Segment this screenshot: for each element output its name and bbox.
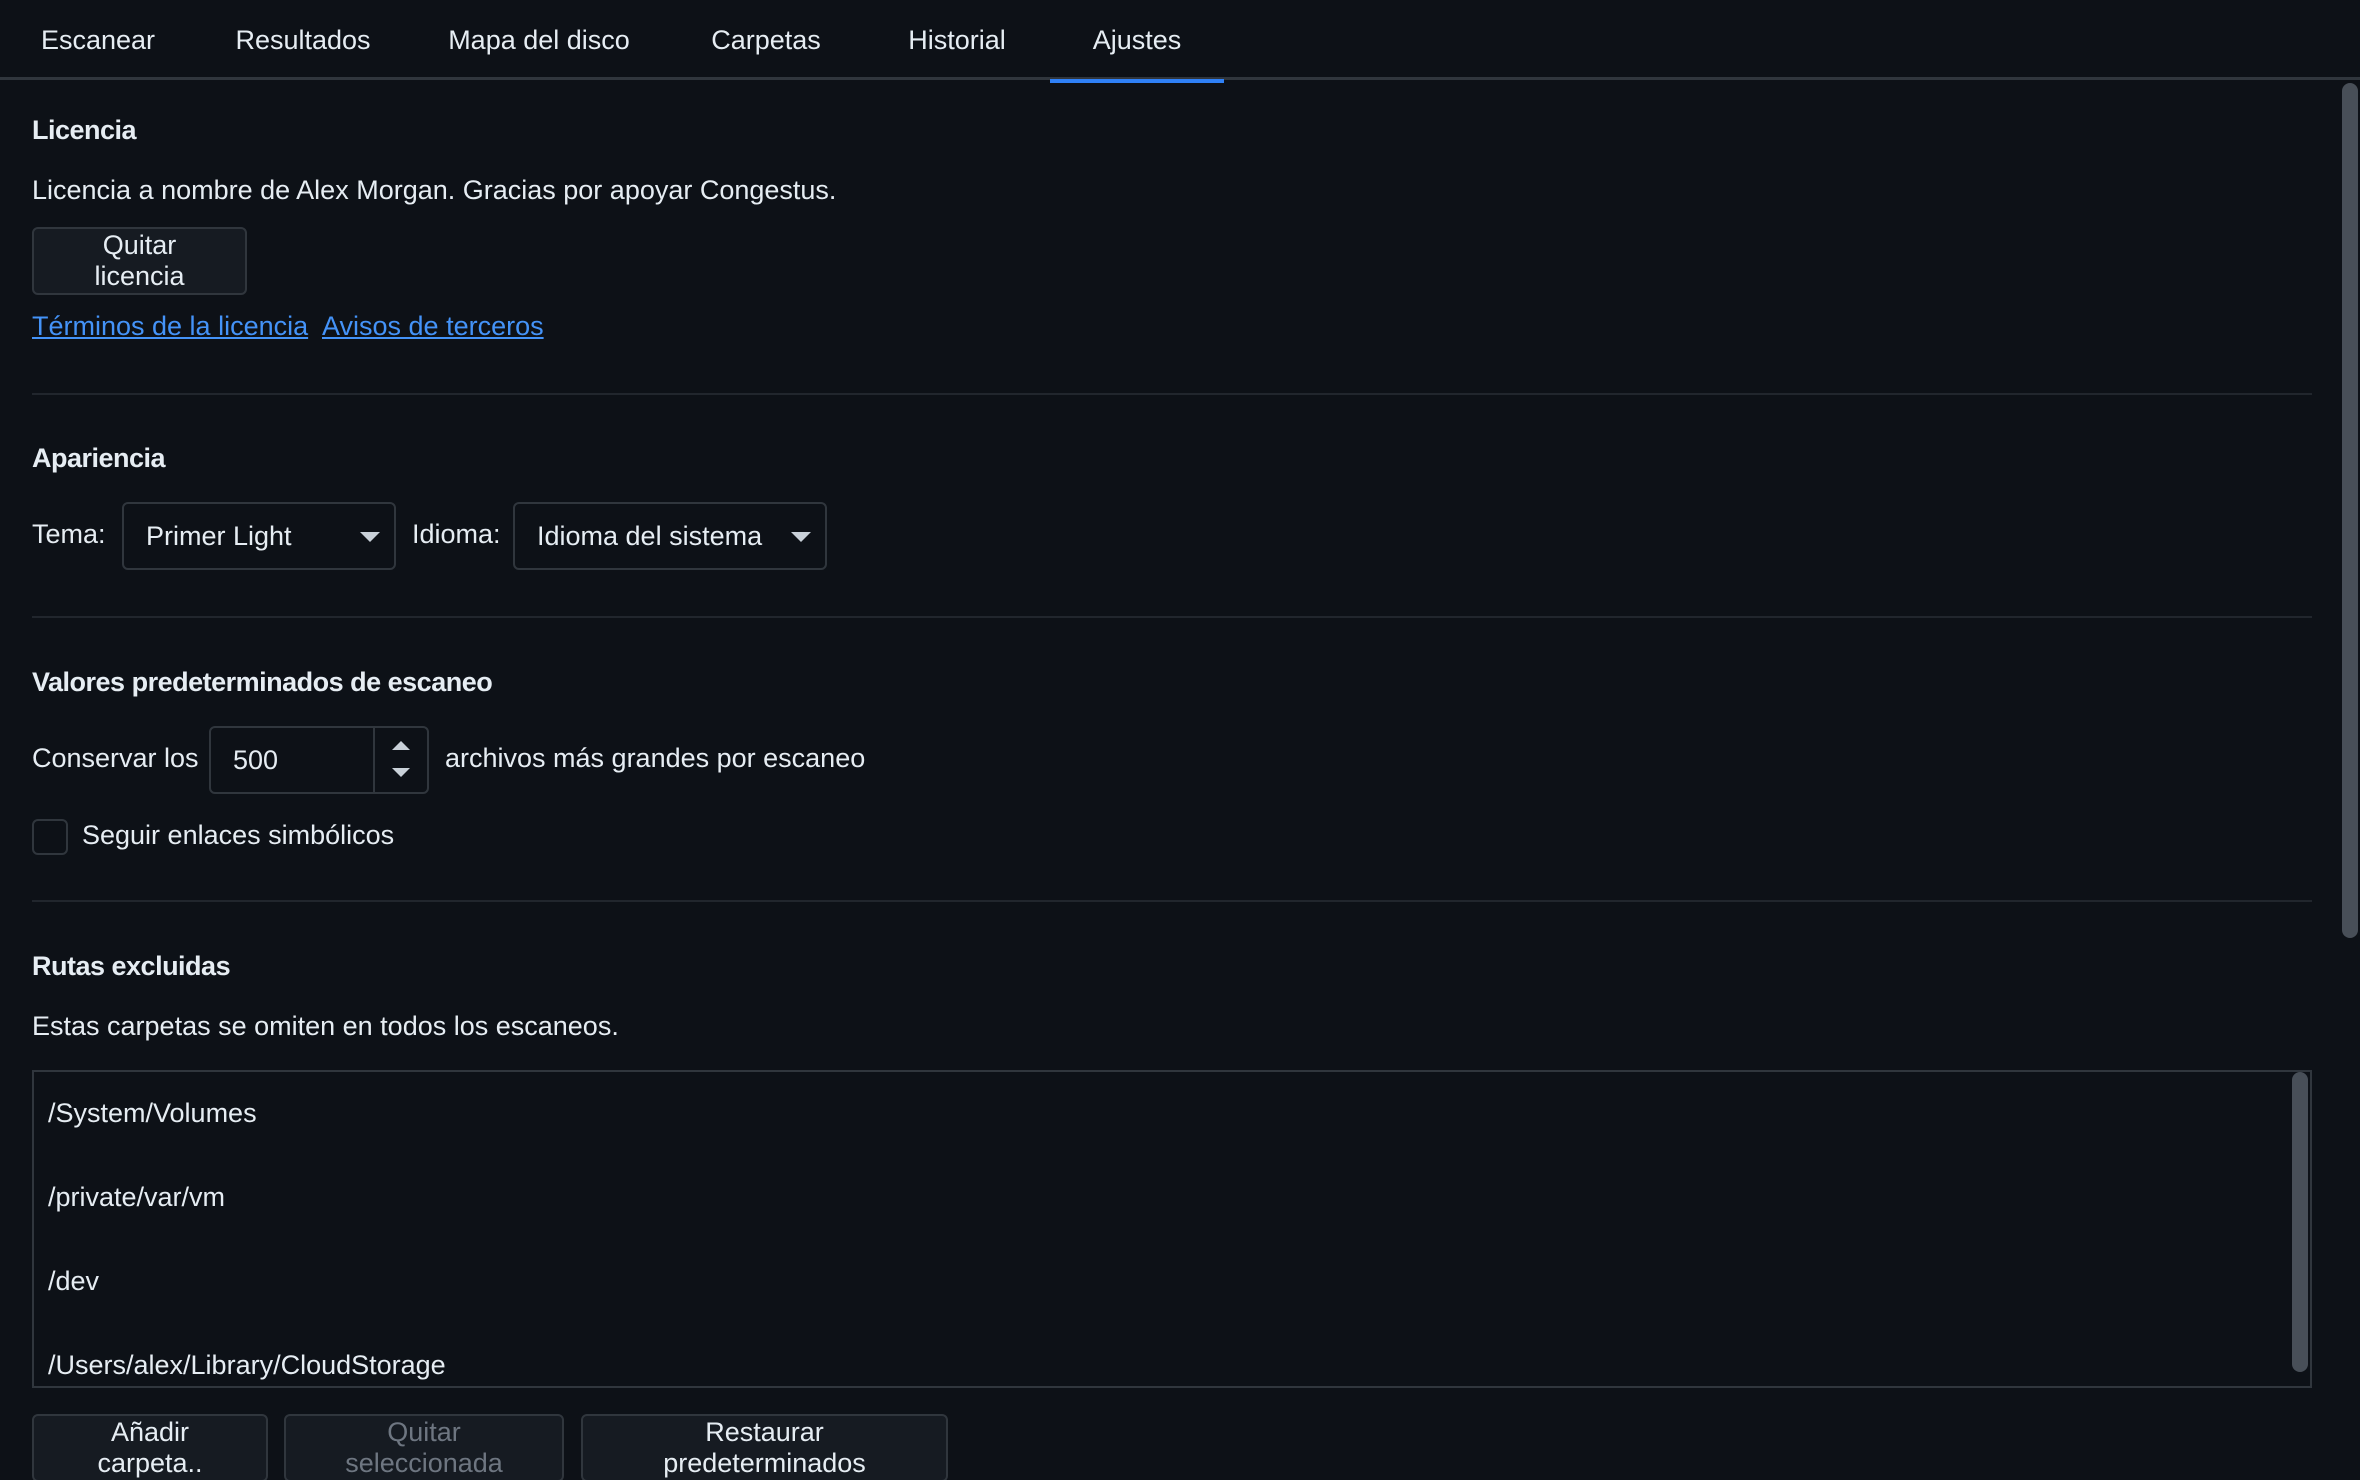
keep-files-stepper[interactable]: 500: [209, 726, 429, 794]
arrow-down-icon: [392, 768, 410, 777]
tab-carpetas[interactable]: Carpetas: [668, 0, 864, 80]
list-item[interactable]: /dev: [48, 1266, 99, 1297]
settings-content: Licencia Licencia a nombre de Alex Morga…: [0, 83, 2340, 1480]
language-select[interactable]: Idioma del sistema: [513, 502, 827, 570]
tab-resultados[interactable]: Resultados: [196, 0, 410, 80]
page-scrollbar[interactable]: [2340, 83, 2360, 1480]
language-label: Idioma:: [412, 519, 501, 549]
tab-ajustes[interactable]: Ajustes: [1050, 0, 1224, 83]
list-item[interactable]: /System/Volumes: [48, 1098, 257, 1129]
arrow-up-icon: [392, 741, 410, 750]
excluded-paths-list[interactable]: /System/Volumes /private/var/vm /dev /Us…: [32, 1070, 2312, 1388]
follow-symlinks-checkbox[interactable]: [32, 819, 68, 855]
tab-historial[interactable]: Historial: [864, 0, 1050, 80]
tab-mapa-del-disco[interactable]: Mapa del disco: [410, 0, 668, 80]
keep-files-prefix: Conservar los: [32, 743, 199, 773]
restore-defaults-button[interactable]: Restaurar predeterminados: [581, 1414, 948, 1480]
chevron-down-icon: [360, 532, 380, 542]
list-item[interactable]: /private/var/vm: [48, 1182, 225, 1213]
divider: [32, 616, 2312, 618]
section-title-license: Licencia: [32, 115, 137, 145]
excluded-description: Estas carpetas se omiten en todos los es…: [32, 1011, 619, 1041]
license-message: Licencia a nombre de Alex Morgan. Gracia…: [32, 175, 837, 205]
section-title-appearance: Apariencia: [32, 443, 166, 473]
follow-symlinks-label[interactable]: Seguir enlaces simbólicos: [82, 820, 394, 851]
tab-bar: Escanear Resultados Mapa del disco Carpe…: [0, 0, 2360, 83]
chevron-down-icon: [791, 532, 811, 542]
third-party-notices-link[interactable]: Avisos de terceros: [322, 311, 544, 342]
theme-label: Tema:: [32, 519, 106, 549]
section-title-scan-defaults: Valores predeterminados de escaneo: [32, 667, 493, 697]
theme-select[interactable]: Primer Light: [122, 502, 396, 570]
remove-license-button[interactable]: Quitar licencia: [32, 227, 247, 295]
scrollbar-thumb[interactable]: [2342, 83, 2358, 938]
divider: [32, 900, 2312, 902]
remove-selected-button[interactable]: Quitar seleccionada: [284, 1414, 564, 1480]
tab-escanear[interactable]: Escanear: [0, 0, 196, 80]
list-scrollbar[interactable]: [2292, 1072, 2308, 1372]
theme-select-value: Primer Light: [146, 520, 292, 551]
license-terms-link[interactable]: Términos de la licencia: [32, 311, 308, 342]
decrement-button[interactable]: [375, 760, 427, 792]
add-folder-button[interactable]: Añadir carpeta..: [32, 1414, 268, 1480]
language-select-value: Idioma del sistema: [537, 520, 763, 551]
stepper-buttons: [373, 728, 427, 792]
section-title-excluded-paths: Rutas excluidas: [32, 951, 231, 981]
divider: [32, 393, 2312, 395]
keep-files-value[interactable]: 500: [233, 728, 278, 792]
increment-button[interactable]: [375, 728, 427, 760]
list-item[interactable]: /Users/alex/Library/CloudStorage: [48, 1350, 446, 1381]
keep-files-suffix: archivos más grandes por escaneo: [445, 743, 866, 773]
